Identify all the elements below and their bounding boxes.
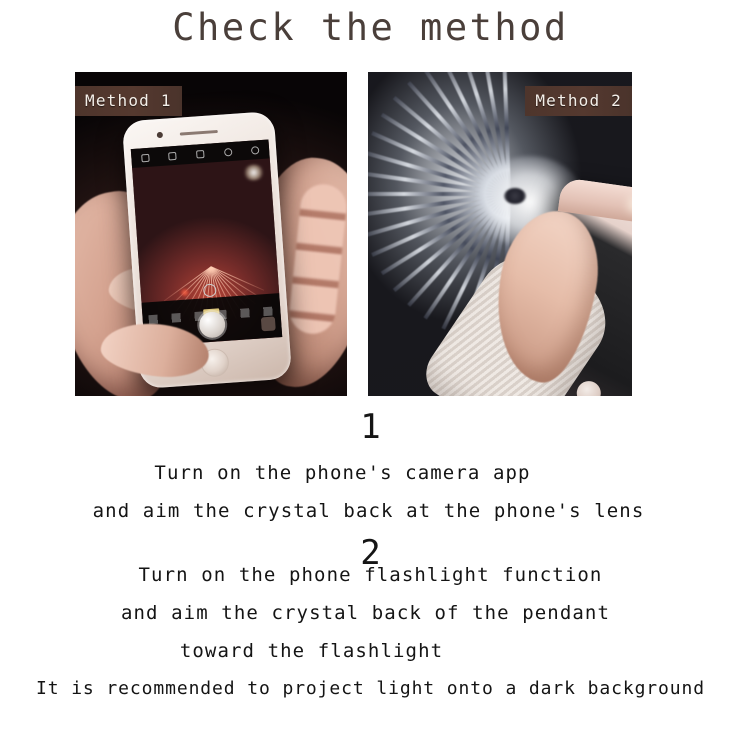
camera-top-toolbar: [130, 139, 270, 169]
method-2-panel: Method 2: [368, 72, 632, 396]
crystal-pendant-silhouette: [504, 188, 526, 204]
front-camera-icon: [156, 131, 164, 139]
step-2-line-1: Turn on the phone flashlight function: [138, 564, 603, 586]
instruction-steps: 1 Turn on the phone's camera app and aim…: [0, 396, 741, 699]
gallery-thumbnail: [260, 316, 276, 332]
hdr-icon: [168, 151, 177, 160]
method-1-badge: Method 1: [75, 86, 182, 116]
flash-icon: [140, 153, 150, 162]
step-2-line-3: toward the flashlight: [179, 640, 444, 662]
step-2-line-2: and aim the crystal back of the pendant: [120, 602, 611, 624]
method-panels: Method 1 Method 2: [0, 72, 741, 396]
red-light-spot: [179, 287, 190, 297]
page-title: Check the method: [172, 6, 569, 49]
earpiece-speaker: [179, 129, 218, 136]
step-1-line-1: Turn on the phone's camera app: [154, 462, 531, 484]
phone-home-button: [575, 379, 603, 396]
method-1-panel: Method 1: [75, 72, 347, 396]
recommendation-note: It is recommended to project light onto …: [35, 678, 705, 699]
live-photo-icon: [195, 149, 205, 159]
lens-flare: [242, 163, 266, 182]
filter-icon: [251, 145, 260, 155]
shutter-button: [198, 310, 227, 339]
step-1-number: 1: [360, 407, 381, 447]
camera-app-screen: [130, 139, 283, 347]
method-2-badge: Method 2: [525, 86, 632, 116]
step-1-line-2: and aim the crystal back at the phone's …: [92, 500, 645, 522]
timer-icon: [223, 147, 233, 157]
